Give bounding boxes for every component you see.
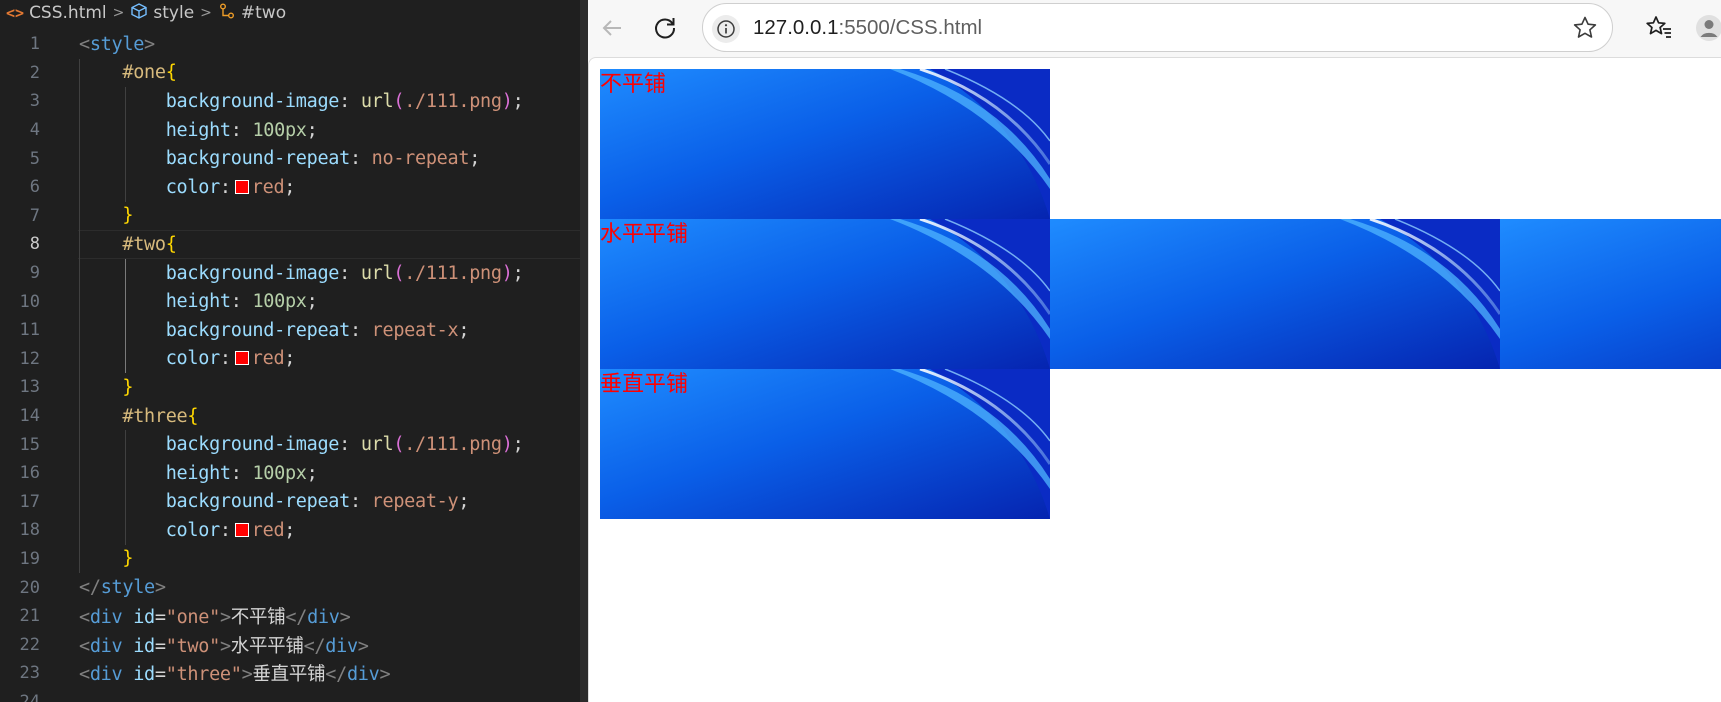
chevron-right-icon: > — [200, 5, 212, 21]
code-line: 4 height: 100px; — [0, 115, 580, 145]
breadcrumb: <> CSS.html > style > #two — [0, 0, 580, 26]
code-line: 6 color: red; — [0, 172, 580, 202]
browser-window: 127.0.0.1:5500/CSS.html 不平铺 水平平铺 垂直平铺 — [588, 0, 1721, 702]
code-line: 5 background-repeat: no-repeat; — [0, 144, 580, 173]
address-bar[interactable]: 127.0.0.1:5500/CSS.html — [702, 3, 1613, 52]
html-file-icon: <> — [6, 4, 25, 22]
code-editor[interactable]: <> CSS.html > style > #two 1 <style> 2 #… — [0, 0, 580, 702]
code-line: 10 height: 100px; — [0, 287, 580, 316]
demo-repeat-y: 垂直平铺 — [600, 369, 1050, 519]
code-lines[interactable]: 1 <style> 2 #one{ 3 background-image: ur… — [0, 30, 580, 702]
page-viewport[interactable]: 不平铺 水平平铺 垂直平铺 — [588, 57, 1721, 702]
back-button[interactable] — [593, 9, 631, 47]
code-line: 11 background-repeat: repeat-x; — [0, 315, 580, 345]
code-line: 3 background-image: url(./111.png); — [0, 87, 580, 116]
code-line: 12 color: red; — [0, 344, 580, 374]
code-line: 24 — [19, 691, 40, 702]
breadcrumb-style[interactable]: style — [130, 2, 194, 25]
cube-icon — [130, 2, 148, 25]
color-swatch[interactable] — [234, 522, 249, 537]
code-line: 21 <div id="one">不平铺</div> — [19, 606, 351, 629]
background-image-tile — [1500, 219, 1721, 369]
code-line: 7 } — [0, 201, 580, 231]
code-line: 19 } — [0, 544, 580, 574]
code-line: 14 #three{ — [0, 401, 580, 431]
code-line: 13 } — [0, 373, 580, 402]
code-line: 16 height: 100px; — [0, 458, 580, 488]
symbol-ruler-icon — [218, 2, 236, 25]
background-image-tile — [600, 69, 1050, 219]
background-image-tile — [1050, 219, 1500, 369]
site-info-icon[interactable] — [712, 15, 740, 43]
browser-toolbar: 127.0.0.1:5500/CSS.html — [588, 0, 1721, 57]
back-arrow-icon — [602, 20, 621, 36]
reload-button[interactable] — [646, 9, 684, 47]
color-swatch[interactable] — [234, 351, 249, 366]
url-text[interactable]: 127.0.0.1:5500/CSS.html — [753, 4, 982, 51]
color-swatch[interactable] — [234, 179, 249, 194]
code-line: 20 </style> — [19, 577, 167, 599]
demo-no-repeat: 不平铺 — [600, 69, 1050, 219]
breadcrumb-selector[interactable]: #two — [218, 2, 286, 25]
pane-splitter[interactable] — [580, 0, 588, 702]
code-line: 17 background-repeat: repeat-y; — [0, 487, 580, 517]
code-line: 1 <style> — [29, 33, 155, 55]
demo-label: 不平铺 — [600, 72, 667, 97]
bookmark-star-icon[interactable] — [1572, 15, 1598, 41]
profile-button[interactable] — [1690, 9, 1721, 47]
favorites-button[interactable] — [1640, 9, 1678, 47]
code-line: 22 <div id="two">水平平铺</div> — [19, 634, 369, 657]
code-line: 9 background-image: url(./111.png); — [0, 258, 580, 288]
chevron-right-icon: > — [112, 5, 125, 21]
demo-label: 垂直平铺 — [600, 372, 689, 397]
code-line: 2 #one{ — [0, 58, 580, 88]
favorites-icon — [1646, 16, 1671, 38]
code-line: 15 background-image: url(./111.png); — [0, 430, 580, 459]
profile-icon — [1696, 15, 1721, 41]
reload-icon — [655, 18, 676, 39]
code-line: 18 color: red; — [0, 516, 580, 545]
demo-label: 水平平铺 — [600, 222, 689, 247]
code-line: 23 <div id="three">垂直平铺</div> — [19, 663, 391, 686]
breadcrumb-file[interactable]: <> CSS.html — [6, 3, 107, 23]
code-line-current: 8 #two{ — [0, 230, 580, 259]
demo-repeat-x: 水平平铺 — [600, 219, 1721, 369]
